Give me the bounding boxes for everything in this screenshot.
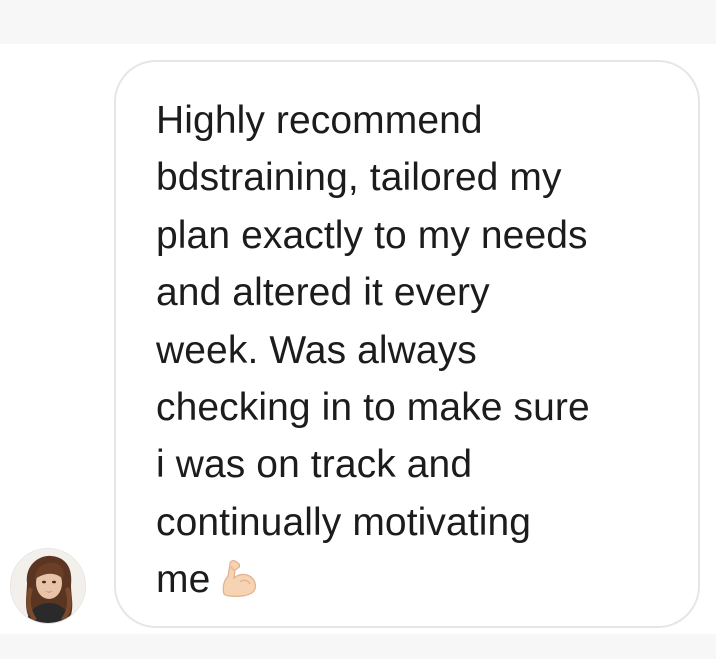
top-bar xyxy=(0,0,716,44)
message-text: Highly recommend bdstraining, tailored m… xyxy=(156,92,676,609)
message-body: Highly recommend bdstraining, tailored m… xyxy=(156,99,590,602)
message-bubble[interactable]: Highly recommend bdstraining, tailored m… xyxy=(114,60,700,628)
sender-avatar[interactable] xyxy=(10,548,86,624)
bottom-bar xyxy=(0,634,716,659)
avatar-photo xyxy=(11,549,85,623)
flexed-biceps-icon xyxy=(218,557,262,598)
